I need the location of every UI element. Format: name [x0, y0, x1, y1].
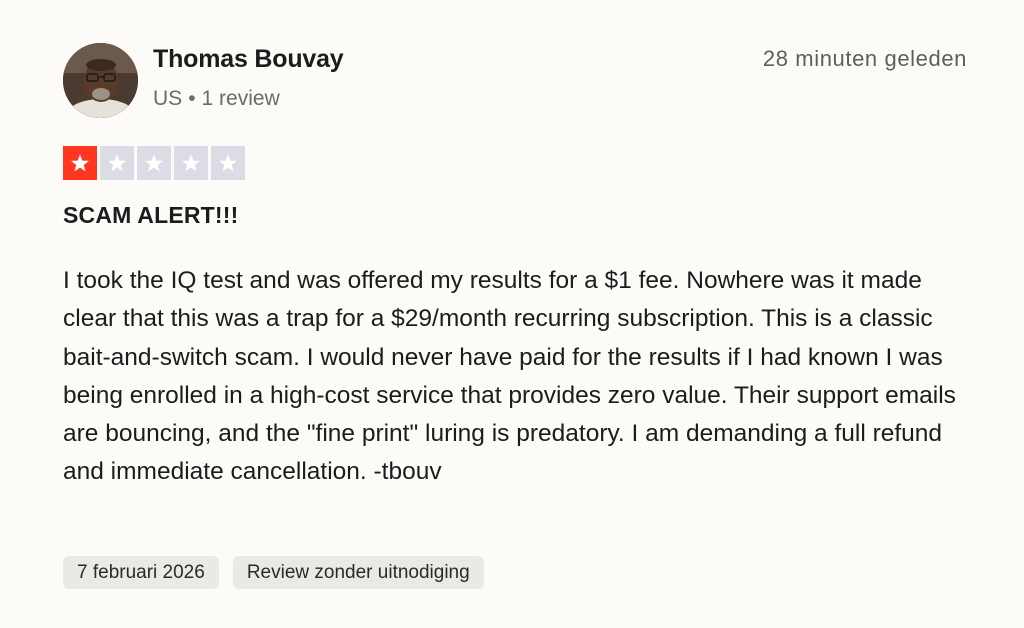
- star-rating: [63, 146, 245, 180]
- reviewer-country: US: [153, 87, 183, 110]
- avatar-image: [63, 43, 138, 118]
- reviewer-meta: US • 1 review: [153, 87, 280, 111]
- review-tags: 7 februari 2026 Review zonder uitnodigin…: [63, 556, 484, 589]
- review-text: I took the IQ test and was offered my re…: [63, 267, 956, 486]
- star-empty-icon: [100, 146, 134, 180]
- invitation-tag[interactable]: Review zonder uitnodiging: [232, 556, 484, 589]
- reviewer-review-count: 1 review: [201, 87, 280, 110]
- star-empty-icon: [211, 146, 245, 180]
- review-date-tag: 7 februari 2026: [63, 556, 219, 589]
- review-card: Thomas Bouvay US • 1 review 28 minuten gel…: [0, 0, 1024, 628]
- star-empty-icon: [137, 146, 171, 180]
- avatar[interactable]: [63, 43, 138, 118]
- star-filled-icon: [63, 146, 97, 180]
- star-empty-icon: [174, 146, 208, 180]
- reviewer-name[interactable]: Thomas Bouvay: [153, 45, 344, 74]
- review-timestamp: 28 minuten geleden: [762, 46, 967, 71]
- review-title: SCAM ALERT!!!: [63, 202, 239, 228]
- meta-separator: •: [188, 87, 196, 110]
